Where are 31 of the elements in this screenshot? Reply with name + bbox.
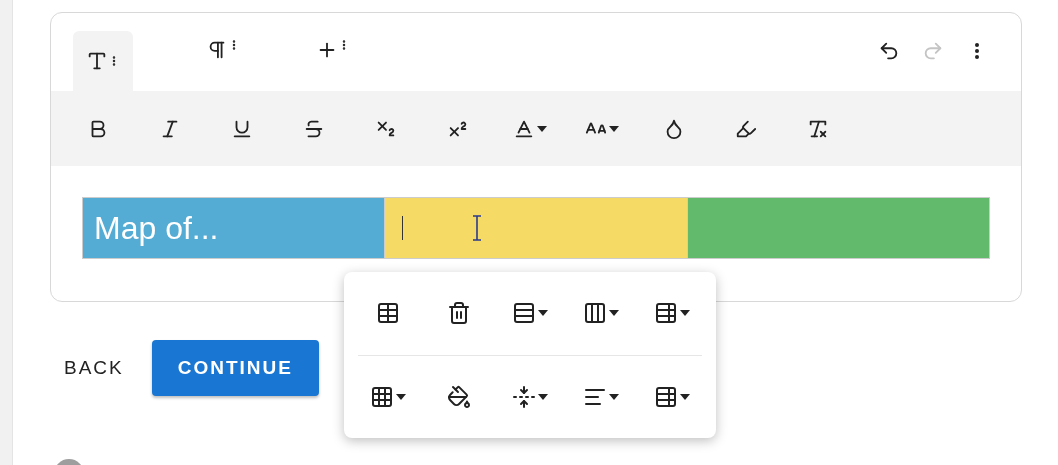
- delete-icon: [447, 301, 471, 326]
- continue-button[interactable]: CONTINUE: [151, 340, 319, 396]
- text-icon: [86, 50, 108, 72]
- caret-icon: [609, 393, 619, 400]
- table-icon: [376, 301, 400, 326]
- cells-icon: [370, 384, 394, 409]
- table-style-icon: [654, 384, 678, 409]
- cell-text: Map of...: [94, 209, 219, 247]
- redo-icon: [922, 40, 944, 62]
- more-icon: [975, 43, 979, 59]
- caret-icon: [680, 310, 690, 317]
- caret-icon: [538, 393, 548, 400]
- undo-icon: [878, 40, 900, 62]
- height-icon: [512, 384, 536, 409]
- caret-icon: [396, 393, 406, 400]
- text-tab[interactable]: [73, 31, 133, 91]
- back-button[interactable]: BACK: [50, 340, 138, 396]
- table-cell[interactable]: [687, 198, 989, 258]
- text-caret: [402, 216, 404, 240]
- table-style-icon: [654, 301, 678, 326]
- caret-icon: [538, 310, 548, 317]
- caret-icon: [537, 125, 547, 132]
- table-cell[interactable]: Map of...: [83, 198, 386, 258]
- columns-icon: [583, 301, 607, 326]
- rows-icon: [512, 301, 536, 326]
- table-cell[interactable]: [385, 198, 688, 258]
- i-beam-cursor-icon: [471, 215, 484, 241]
- fill-icon: [447, 384, 471, 409]
- caret-icon: [609, 125, 619, 132]
- caret-icon: [609, 310, 619, 317]
- caret-icon: [680, 393, 690, 400]
